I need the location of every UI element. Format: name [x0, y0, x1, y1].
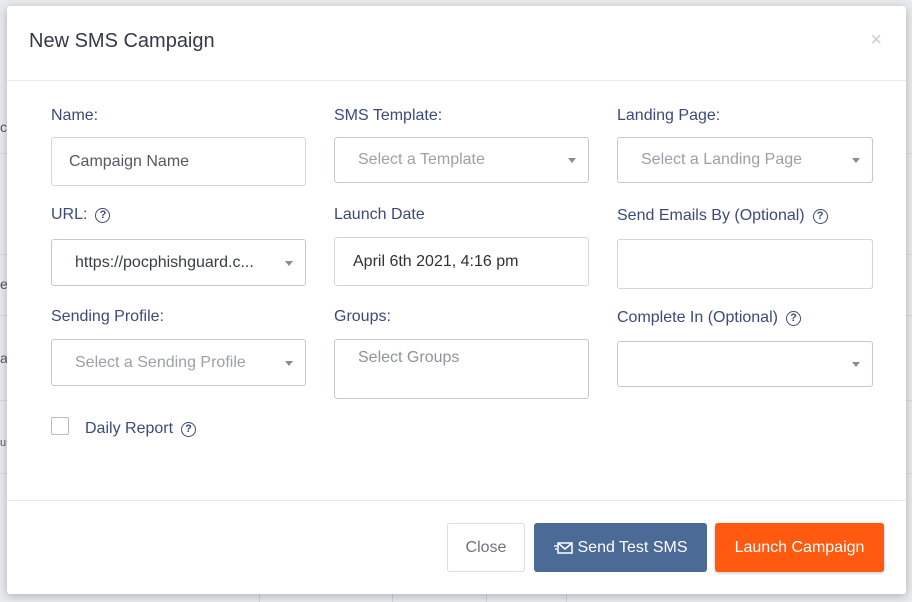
name-input[interactable]: Campaign Name — [51, 137, 306, 186]
landing-page-select[interactable]: Select a Landing Page — [617, 137, 873, 183]
close-button-label: Close — [465, 538, 507, 556]
groups-label-text: Groups: — [334, 308, 391, 325]
chevron-down-icon — [852, 362, 860, 367]
complete-in-label: Complete In (Optional) ? — [617, 309, 801, 327]
sms-template-label-text: SMS Template: — [334, 107, 443, 124]
complete-in-select[interactable] — [617, 341, 873, 387]
daily-report-label: Daily Report ? — [85, 420, 197, 438]
launch-campaign-label: Launch Campaign — [734, 538, 865, 556]
launch-campaign-button[interactable]: Launch Campaign — [715, 523, 884, 572]
chevron-down-icon — [852, 158, 860, 163]
launch-date-label: Launch Date — [334, 206, 425, 224]
groups-label: Groups: — [334, 308, 391, 326]
send-emails-by-label: Send Emails By (Optional) ? — [617, 207, 828, 225]
close-icon[interactable]: × — [870, 30, 882, 50]
url-label-text: URL: — [51, 206, 88, 223]
name-input-placeholder: Campaign Name — [69, 152, 190, 170]
chevron-down-icon — [285, 260, 293, 266]
landing-page-placeholder: Select a Landing Page — [641, 151, 803, 168]
new-sms-campaign-modal: New SMS Campaign × Name: Campaign Name S… — [7, 6, 906, 594]
launch-date-label-text: Launch Date — [334, 206, 425, 223]
close-button[interactable]: Close — [447, 523, 525, 572]
sms-template-placeholder: Select a Template — [358, 151, 485, 168]
sms-template-label: SMS Template: — [334, 107, 442, 125]
sending-profile-label-text: Sending Profile: — [51, 308, 164, 325]
url-select[interactable]: https://pocphishguard.c... — [51, 239, 306, 286]
footer-divider — [7, 500, 906, 501]
modal-title: New SMS Campaign — [29, 30, 215, 52]
help-icon[interactable]: ? — [95, 207, 111, 223]
launch-date-input[interactable]: April 6th 2021, 4:16 pm — [334, 237, 589, 286]
name-label: Name: — [51, 107, 98, 125]
chevron-down-icon — [285, 360, 293, 366]
help-icon[interactable]: ? — [785, 310, 801, 326]
sending-profile-select[interactable]: Select a Sending Profile — [51, 339, 306, 386]
send-emails-by-input[interactable] — [617, 239, 873, 289]
url-value: https://pocphishguard.c... — [75, 253, 254, 271]
daily-report-checkbox[interactable] — [51, 417, 69, 435]
send-test-sms-label: Send Test SMS — [577, 538, 688, 556]
groups-placeholder: Select Groups — [358, 349, 460, 366]
sms-template-select[interactable]: Select a Template — [334, 137, 589, 183]
help-icon[interactable]: ? — [812, 208, 828, 224]
envelope-icon — [553, 541, 573, 554]
bg-text: c — [0, 119, 7, 135]
bg-text: u — [0, 437, 7, 449]
send-emails-by-label-text: Send Emails By (Optional) — [617, 207, 805, 224]
landing-page-label: Landing Page: — [617, 107, 720, 125]
complete-in-label-text: Complete In (Optional) — [617, 309, 778, 326]
send-test-sms-button[interactable]: Send Test SMS — [534, 523, 707, 572]
sending-profile-label: Sending Profile: — [51, 308, 164, 326]
name-label-text: Name: — [51, 107, 99, 124]
help-icon[interactable]: ? — [181, 421, 197, 437]
modal-header: New SMS Campaign × — [7, 6, 906, 81]
launch-date-value: April 6th 2021, 4:16 pm — [353, 252, 519, 270]
daily-report-label-text: Daily Report — [85, 420, 174, 437]
landing-page-label-text: Landing Page: — [617, 107, 721, 124]
sending-profile-placeholder: Select a Sending Profile — [75, 353, 246, 371]
url-label: URL: ? — [51, 206, 111, 224]
chevron-down-icon — [568, 158, 576, 163]
groups-select[interactable]: Select Groups — [334, 339, 589, 399]
